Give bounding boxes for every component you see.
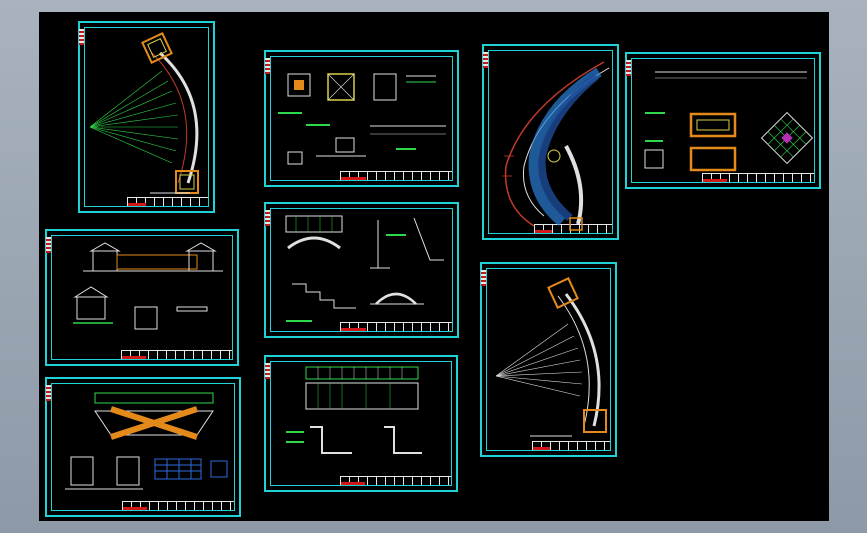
stair-drawings: [286, 366, 422, 454]
detail-drawings: [278, 73, 446, 165]
bridge-drawing: [285, 215, 444, 322]
sheet-pavilion-elevation[interactable]: [45, 229, 239, 366]
sheet-curved-corridor-plan-1[interactable]: [78, 21, 215, 213]
elevation-drawing: [65, 392, 228, 490]
sheet-paving-details[interactable]: [625, 52, 821, 189]
site-plan: [502, 61, 610, 231]
plan-drawing: [495, 277, 607, 437]
drawing-canvas[interactable]: [39, 12, 829, 521]
sheet-bridge-elevation[interactable]: [45, 377, 241, 517]
elevation-drawing: [73, 242, 223, 330]
plan-drawing: [89, 32, 199, 194]
sheet-stair-details[interactable]: [264, 355, 458, 492]
sheet-arch-bridge-section[interactable]: [264, 202, 459, 338]
paving-drawings: [644, 71, 814, 172]
sheet-curved-path-overview[interactable]: [482, 44, 619, 240]
sheet-curved-corridor-plan-2[interactable]: [480, 262, 617, 457]
sheet-pavilion-details[interactable]: [264, 50, 459, 187]
